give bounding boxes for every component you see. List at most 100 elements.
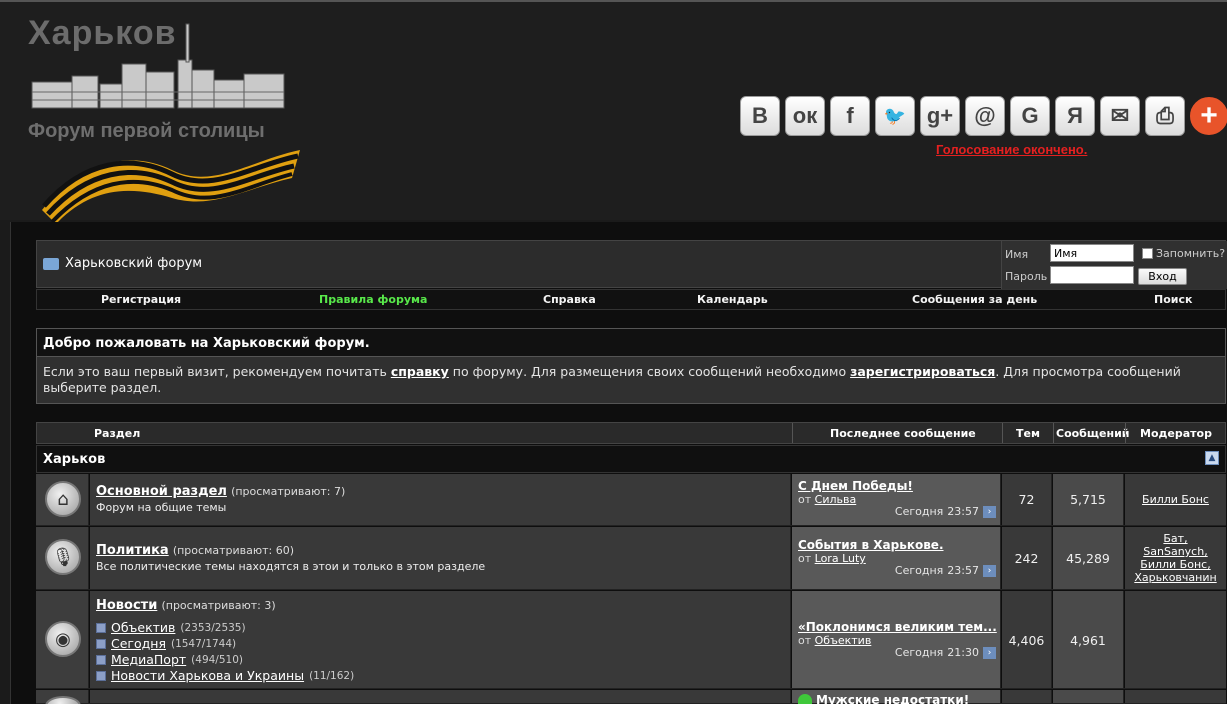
mail-ru-share-button[interactable]: @ [965, 96, 1005, 136]
forum-home-icon [43, 257, 59, 270]
last-post-title[interactable]: События в Харькове. [798, 538, 944, 552]
google-plus-share-button[interactable]: g+ [920, 96, 960, 136]
threads-cell: 72 [1002, 474, 1052, 525]
forum-title-link[interactable]: Политика [96, 543, 169, 558]
username-label: Имя [1005, 248, 1029, 261]
password-input[interactable] [1050, 266, 1134, 284]
header-divider [1002, 423, 1003, 443]
collapse-icon[interactable]: ▲ [1205, 451, 1219, 465]
help-link[interactable]: справку [391, 364, 449, 379]
menu-help[interactable]: Справка [543, 293, 596, 306]
forum-home-link[interactable]: Харьковский форум [43, 256, 202, 271]
poll-link[interactable]: Голосование окончено. [936, 142, 1087, 157]
go-to-last-post-icon[interactable]: › [983, 646, 996, 659]
vkontakte-icon: B [752, 103, 768, 128]
site-logo[interactable]: Харьков Форум первой столицы [22, 10, 312, 222]
posts-cell: 5,715 [1053, 474, 1124, 525]
post-count: 45,289 [1066, 551, 1110, 566]
forum-description: Форум на общие темы [96, 501, 227, 514]
menu-search[interactable]: Поиск [1154, 293, 1192, 306]
go-to-last-post-icon[interactable]: › [983, 564, 996, 577]
moderator-link[interactable]: Билли Бонс [1142, 493, 1209, 506]
remember-checkbox[interactable] [1142, 248, 1153, 259]
last-post-author[interactable]: Сильва [815, 493, 857, 506]
forum-icon-cell [36, 690, 89, 704]
forum-title-line: Основной раздел (просматривают: 7) [96, 484, 345, 499]
vkontakte-share-button[interactable]: B [740, 96, 780, 136]
last-post-by-prefix: от [798, 552, 812, 565]
subforum-icon [96, 670, 106, 681]
login-button[interactable]: Вход [1138, 268, 1187, 285]
smiley-icon [798, 694, 812, 704]
last-post-title[interactable]: Мужские недостатки! [816, 693, 969, 704]
moderator-list: Билли Бонс [1125, 493, 1226, 506]
header-divider [792, 423, 793, 443]
post-count: 5,715 [1070, 492, 1106, 507]
facebook-share-button[interactable]: f [830, 96, 870, 136]
forum-info-cell [90, 690, 791, 703]
menu-calendar[interactable]: Календарь [697, 293, 768, 306]
odnoklassniki-share-button[interactable]: ок [785, 96, 825, 136]
welcome-box: Добро пожаловать на Харьковский форум. Е… [36, 328, 1226, 404]
thread-count: 4,406 [1008, 633, 1045, 648]
email-share-button[interactable]: ✉ [1100, 96, 1140, 136]
thread-count: 72 [1018, 492, 1035, 507]
header-last-post: Последнее сообщение [830, 427, 976, 440]
username-input[interactable] [1050, 244, 1134, 262]
header-divider [1125, 423, 1126, 443]
moderator-link[interactable]: SanSanych, [1143, 545, 1207, 558]
menu-today-posts[interactable]: Сообщения за день [912, 293, 1037, 306]
menu-rules[interactable]: Правила форума [319, 293, 427, 306]
last-post-time: 23:57 [947, 505, 979, 518]
category-title[interactable]: Харьков [43, 452, 105, 467]
welcome-text-part: по форуму. Для размещения своих сообщени… [448, 364, 851, 379]
remember-me[interactable]: Запомнить? [1142, 247, 1225, 260]
moderator-link[interactable]: Харьковчанин [1134, 571, 1216, 584]
more-share-button[interactable]: + [1190, 97, 1227, 135]
subforum-count: (2353/2535) [180, 621, 246, 634]
moderator-link[interactable]: Билли Бонс, [1140, 558, 1210, 571]
login-form: Имя Запомнить? Пароль Вход [1001, 241, 1227, 289]
last-post-date: Сегодня 21:30 › [895, 646, 996, 659]
google-bookmark-share-button[interactable]: G [1010, 96, 1050, 136]
yandex-share-button[interactable]: Я [1055, 96, 1095, 136]
forum-info-cell: Новости (просматривают: 3) Объектив (2353… [90, 591, 791, 688]
subforum-count: (1547/1744) [170, 637, 237, 650]
last-post-author[interactable]: Lora Luty [815, 552, 866, 565]
go-to-last-post-icon[interactable]: › [983, 505, 996, 518]
forum-title-link[interactable]: Новости [96, 598, 157, 613]
twitter-icon: 🐦 [883, 105, 907, 126]
last-post-by-prefix: от [798, 493, 812, 506]
register-link[interactable]: зарегистрироваться [850, 364, 995, 379]
navbar: Харьковский форум Имя Запомнить? Пароль … [36, 240, 1227, 289]
last-post-title[interactable]: С Днем Победы! [798, 479, 913, 493]
menu-register[interactable]: Регистрация [101, 293, 181, 306]
email-icon: ✉ [1110, 103, 1130, 128]
thread-count: 242 [1014, 551, 1039, 566]
subforum-link[interactable]: МедиаПорт [111, 652, 186, 667]
last-post-date: Сегодня 23:57 › [895, 505, 996, 518]
forum-row: 🎙 Политика (просматривают: 60) Все полит… [36, 527, 1226, 590]
last-post-author[interactable]: Объектив [815, 634, 872, 647]
subforum-link[interactable]: Сегодня [111, 636, 166, 651]
twitter-share-button[interactable]: 🐦 [875, 96, 915, 136]
forum-row: ⌂ Основной раздел (просматривают: 7) Фор… [36, 474, 1226, 526]
subforum-link[interactable]: Новости Харькова и Украины [111, 668, 304, 683]
moderator-link[interactable]: Бат, [1163, 532, 1187, 545]
forum-viewers: (просматривают: 7) [231, 485, 346, 498]
subforum-link[interactable]: Объектив [111, 620, 175, 635]
facebook-icon: f [846, 103, 854, 128]
header-divider [1053, 423, 1054, 443]
forum-viewers: (просматривают: 3) [161, 599, 276, 612]
forum-table-header: Раздел Последнее сообщение Тем Сообщений… [36, 422, 1226, 444]
last-post-time: 23:57 [947, 564, 979, 577]
last-post-author-line: от Lora Luty [798, 552, 866, 565]
subforum-item: Новости Харькова и Украины (11/162) [96, 668, 354, 683]
welcome-text: Если это ваш первый визит, рекомендуем п… [37, 357, 1225, 403]
home-icon: ⌂ [45, 481, 81, 517]
last-post-title[interactable]: «Поклонимся великим тем... [798, 620, 997, 634]
odnoklassniki-icon: ок [792, 103, 818, 128]
forum-title-link[interactable]: Основной раздел [96, 484, 227, 499]
forum-info-cell: Политика (просматривают: 60) Все политич… [90, 527, 791, 589]
print-button[interactable]: ⎙ [1145, 96, 1185, 136]
